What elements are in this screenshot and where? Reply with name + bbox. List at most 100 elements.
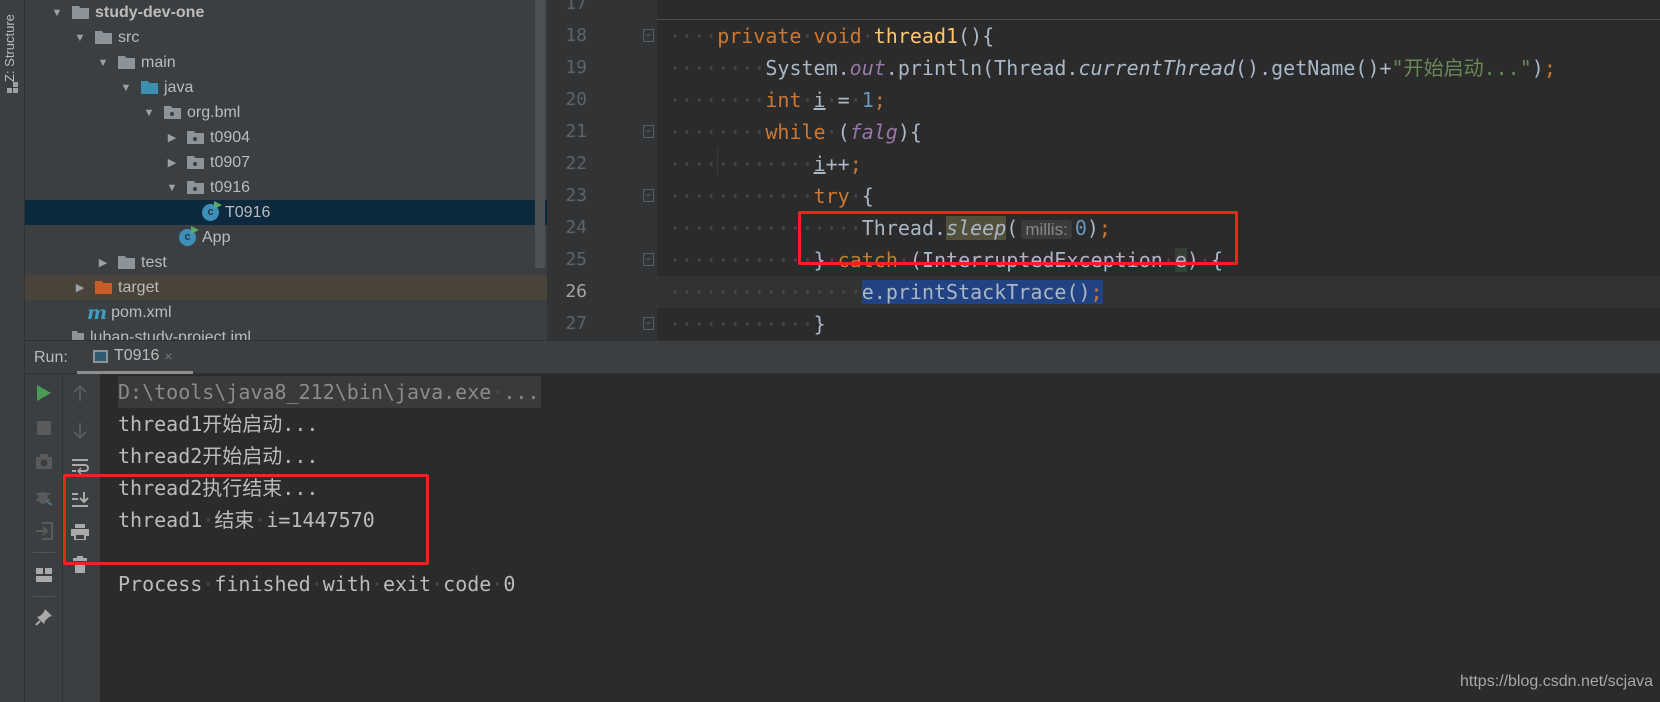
chevron-down-icon[interactable]: ▼ xyxy=(119,82,133,94)
code-token: ·( xyxy=(825,120,850,144)
code-token: int xyxy=(765,88,802,112)
fold-close-icon[interactable]: − xyxy=(643,317,654,330)
tree-item-label: test xyxy=(141,253,167,271)
console-line: thread1开始启动... xyxy=(118,412,319,436)
code-token: ++ xyxy=(825,152,850,176)
tree-item-label: study-dev-one xyxy=(95,3,205,21)
tree-item-test[interactable]: ▶ test xyxy=(25,250,547,275)
up-arrow-icon[interactable] xyxy=(68,381,92,405)
code-token: e.printStackTrace() xyxy=(861,280,1091,304)
java-class-icon: c xyxy=(179,226,199,246)
code-token: private xyxy=(717,24,802,48)
chevron-right-icon[interactable]: ▶ xyxy=(165,156,179,169)
code-line: ········System.out.println(Thread.curren… xyxy=(669,52,1556,84)
package-icon xyxy=(187,156,204,169)
tree-scrollbar[interactable] xyxy=(535,0,545,268)
chevron-right-icon[interactable]: ▶ xyxy=(73,281,87,294)
chevron-right-icon[interactable]: ▶ xyxy=(96,256,110,269)
code-token: "开始启动..." xyxy=(1391,56,1532,80)
line-number: 18 xyxy=(565,25,587,46)
tree-item-app[interactable]: c App xyxy=(25,225,547,250)
tree-item-main[interactable]: ▼ main xyxy=(25,50,547,75)
pin-icon[interactable] xyxy=(32,605,56,629)
chevron-down-icon[interactable]: ▼ xyxy=(50,7,64,19)
code-token: ·{ xyxy=(849,184,874,208)
folder-icon xyxy=(118,256,135,269)
tree-item-label: org.bml xyxy=(187,103,241,121)
package-icon xyxy=(187,181,204,194)
toolbar-divider xyxy=(33,552,55,553)
annotation-box-output xyxy=(63,474,429,565)
tree-item-t0916[interactable]: c T0916 xyxy=(25,200,547,225)
tree-item-t0916[interactable]: ▼ t0916 xyxy=(25,175,547,200)
close-icon[interactable]: × xyxy=(164,348,172,364)
fold-open-icon[interactable]: − xyxy=(643,189,654,202)
code-token: ){ xyxy=(897,120,922,144)
code-token: try xyxy=(813,184,850,208)
code-token: ; xyxy=(849,152,862,176)
code-token: ; xyxy=(1543,56,1556,80)
code-token: ········ xyxy=(669,88,766,112)
console-icon xyxy=(93,349,108,363)
tree-item-label: App xyxy=(202,228,231,246)
chevron-down-icon[interactable]: ▼ xyxy=(142,107,156,119)
tree-item-target[interactable]: ▶ target xyxy=(25,275,547,300)
tree-item-label: src xyxy=(118,28,140,46)
code-line: ········int·i·=·1; xyxy=(669,84,886,116)
package-icon xyxy=(164,106,181,119)
tree-item-luban-study-project-iml[interactable]: luban-study-project.iml xyxy=(25,325,547,340)
chevron-down-icon[interactable]: ▼ xyxy=(73,32,87,44)
structure-icon xyxy=(7,82,18,93)
debug-icon[interactable] xyxy=(32,485,56,509)
code-line: ········while·(falg){ xyxy=(669,116,922,148)
folder-icon xyxy=(95,31,112,44)
line-number: 22 xyxy=(565,153,587,174)
line-number: 23 xyxy=(565,185,587,206)
tree-item-label: T0916 xyxy=(225,203,271,221)
code-token: out xyxy=(849,56,886,80)
line-number: 27 xyxy=(565,313,587,334)
code-editor[interactable]: 17 18−19 20 21−22 23−24 25−26 27− ····private·… xyxy=(547,0,1660,340)
tree-item-study-dev-one[interactable]: ▼ study-dev-one xyxy=(25,0,547,25)
code-token: ········System. xyxy=(669,56,850,80)
console-line: thread2开始启动... xyxy=(118,444,319,468)
java-class-icon: c xyxy=(202,201,222,221)
chevron-down-icon[interactable]: ▼ xyxy=(96,57,110,69)
left-tool-stripe: Z: Structure xyxy=(0,0,25,702)
layout-icon[interactable] xyxy=(32,563,56,587)
code-token: thread1 xyxy=(873,24,959,48)
code-token: currentThread xyxy=(1078,56,1235,80)
code-token: ···· xyxy=(669,24,718,48)
tree-item-label: main xyxy=(141,53,176,71)
login-icon[interactable] xyxy=(32,519,56,543)
line-number: 21 xyxy=(565,121,587,142)
tree-item-java[interactable]: ▼ java xyxy=(25,75,547,100)
tree-item-src[interactable]: ▼ src xyxy=(25,25,547,50)
tree-item-label: t0907 xyxy=(210,153,251,171)
tree-item-t0904[interactable]: ▶ t0904 xyxy=(25,125,547,150)
code-token: ············} xyxy=(669,312,826,336)
structure-tool-button[interactable]: Z: Structure xyxy=(2,6,17,82)
tree-item-t0907[interactable]: ▶ t0907 xyxy=(25,150,547,175)
tree-item-org-bml[interactable]: ▼ org.bml xyxy=(25,100,547,125)
run-icon[interactable] xyxy=(32,381,56,405)
code-line: ················e.printStackTrace(); xyxy=(669,276,1103,308)
source-folder-icon xyxy=(141,81,158,94)
chevron-right-icon[interactable]: ▶ xyxy=(165,131,179,144)
fold-open-icon[interactable]: − xyxy=(643,125,654,138)
code-token: ; xyxy=(873,88,886,112)
fold-close-icon[interactable]: − xyxy=(643,253,654,266)
fold-open-icon[interactable]: − xyxy=(643,29,654,42)
maven-icon: m xyxy=(87,301,108,324)
line-number: 19 xyxy=(565,57,587,78)
tree-item-label: java xyxy=(164,78,194,96)
code-token: i xyxy=(813,88,826,112)
stop-icon[interactable] xyxy=(32,416,56,440)
tree-item-pom-xml[interactable]: m pom.xml xyxy=(25,300,547,325)
run-tab-t0916[interactable]: T0916 × xyxy=(77,341,193,374)
camera-icon[interactable] xyxy=(32,450,56,474)
down-arrow-icon[interactable] xyxy=(68,419,92,443)
chevron-down-icon[interactable]: ▼ xyxy=(165,182,179,194)
code-line: ············i++; xyxy=(669,148,862,180)
folder-icon xyxy=(118,56,135,69)
